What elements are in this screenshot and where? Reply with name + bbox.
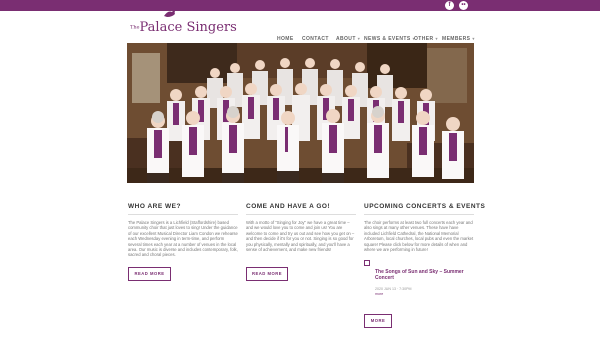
- section-body: The Palace Singers is a Lichfield (Staff…: [128, 220, 238, 258]
- nav-home[interactable]: HOME: [277, 36, 294, 42]
- chevron-down-icon: ▾: [435, 36, 438, 41]
- section-title: UPCOMING CONCERTS & EVENTS: [364, 203, 486, 210]
- divider: [246, 214, 356, 215]
- logo-prefix: The: [130, 24, 140, 31]
- nav-contact-label: CONTACT: [302, 36, 329, 42]
- event-more-link[interactable]: more: [375, 292, 383, 296]
- dove-icon: [164, 9, 176, 17]
- nav-news-events[interactable]: NEWS & EVENTS ▾: [364, 36, 415, 42]
- section-title: WHO ARE WE?: [128, 203, 181, 210]
- nav-news-events-label: NEWS & EVENTS: [364, 36, 411, 42]
- hero-photo: [127, 43, 474, 183]
- nav-about[interactable]: ABOUT ▾: [336, 36, 360, 42]
- calendar-icon: [364, 260, 370, 266]
- top-bar: f ••: [0, 0, 600, 11]
- flickr-icon[interactable]: ••: [459, 1, 468, 10]
- site-header: ThePalace Singers HOME CONTACT ABOUT ▾ NE…: [0, 9, 600, 42]
- nav-home-label: HOME: [277, 36, 294, 42]
- section-title: COME AND HAVE A GO!: [246, 203, 331, 210]
- read-more-button[interactable]: READ MORE: [128, 267, 171, 281]
- who-are-we-section: WHO ARE WE? The Palace Singers is a Lich…: [128, 203, 238, 258]
- section-body: The choir performs at least two full con…: [364, 220, 474, 253]
- logo-text: ThePalace Singers: [130, 20, 237, 35]
- nav-other[interactable]: OTHER ▾: [414, 36, 438, 42]
- nav-members[interactable]: MEMBERS ▾: [442, 36, 475, 42]
- nav-contact[interactable]: CONTACT: [302, 36, 329, 42]
- more-button[interactable]: MORE: [364, 314, 392, 328]
- chevron-down-icon: ▾: [357, 36, 361, 41]
- logo-name: Palace Singers: [139, 20, 237, 35]
- facebook-icon[interactable]: f: [445, 1, 454, 10]
- choir-photo-illustration: [127, 43, 474, 183]
- nav-members-label: MEMBERS: [442, 36, 471, 42]
- event-date: 2020 JUN 13 · 7:30PM: [375, 287, 412, 291]
- divider: [128, 214, 238, 215]
- nav-about-label: ABOUT: [336, 36, 356, 42]
- divider: [364, 214, 474, 215]
- section-body: With a motto of "Singing for Joy" we hav…: [246, 220, 355, 253]
- upcoming-events-section: UPCOMING CONCERTS & EVENTS The choir per…: [364, 203, 486, 253]
- event-title[interactable]: The Songs of Sun and Sky – Summer Concer…: [375, 269, 475, 281]
- nav-other-label: OTHER: [414, 36, 434, 42]
- come-and-have-a-go-section: COME AND HAVE A GO! With a motto of "Sin…: [246, 203, 356, 252]
- chevron-down-icon: ▾: [472, 36, 475, 41]
- read-more-button[interactable]: READ MORE: [246, 267, 288, 281]
